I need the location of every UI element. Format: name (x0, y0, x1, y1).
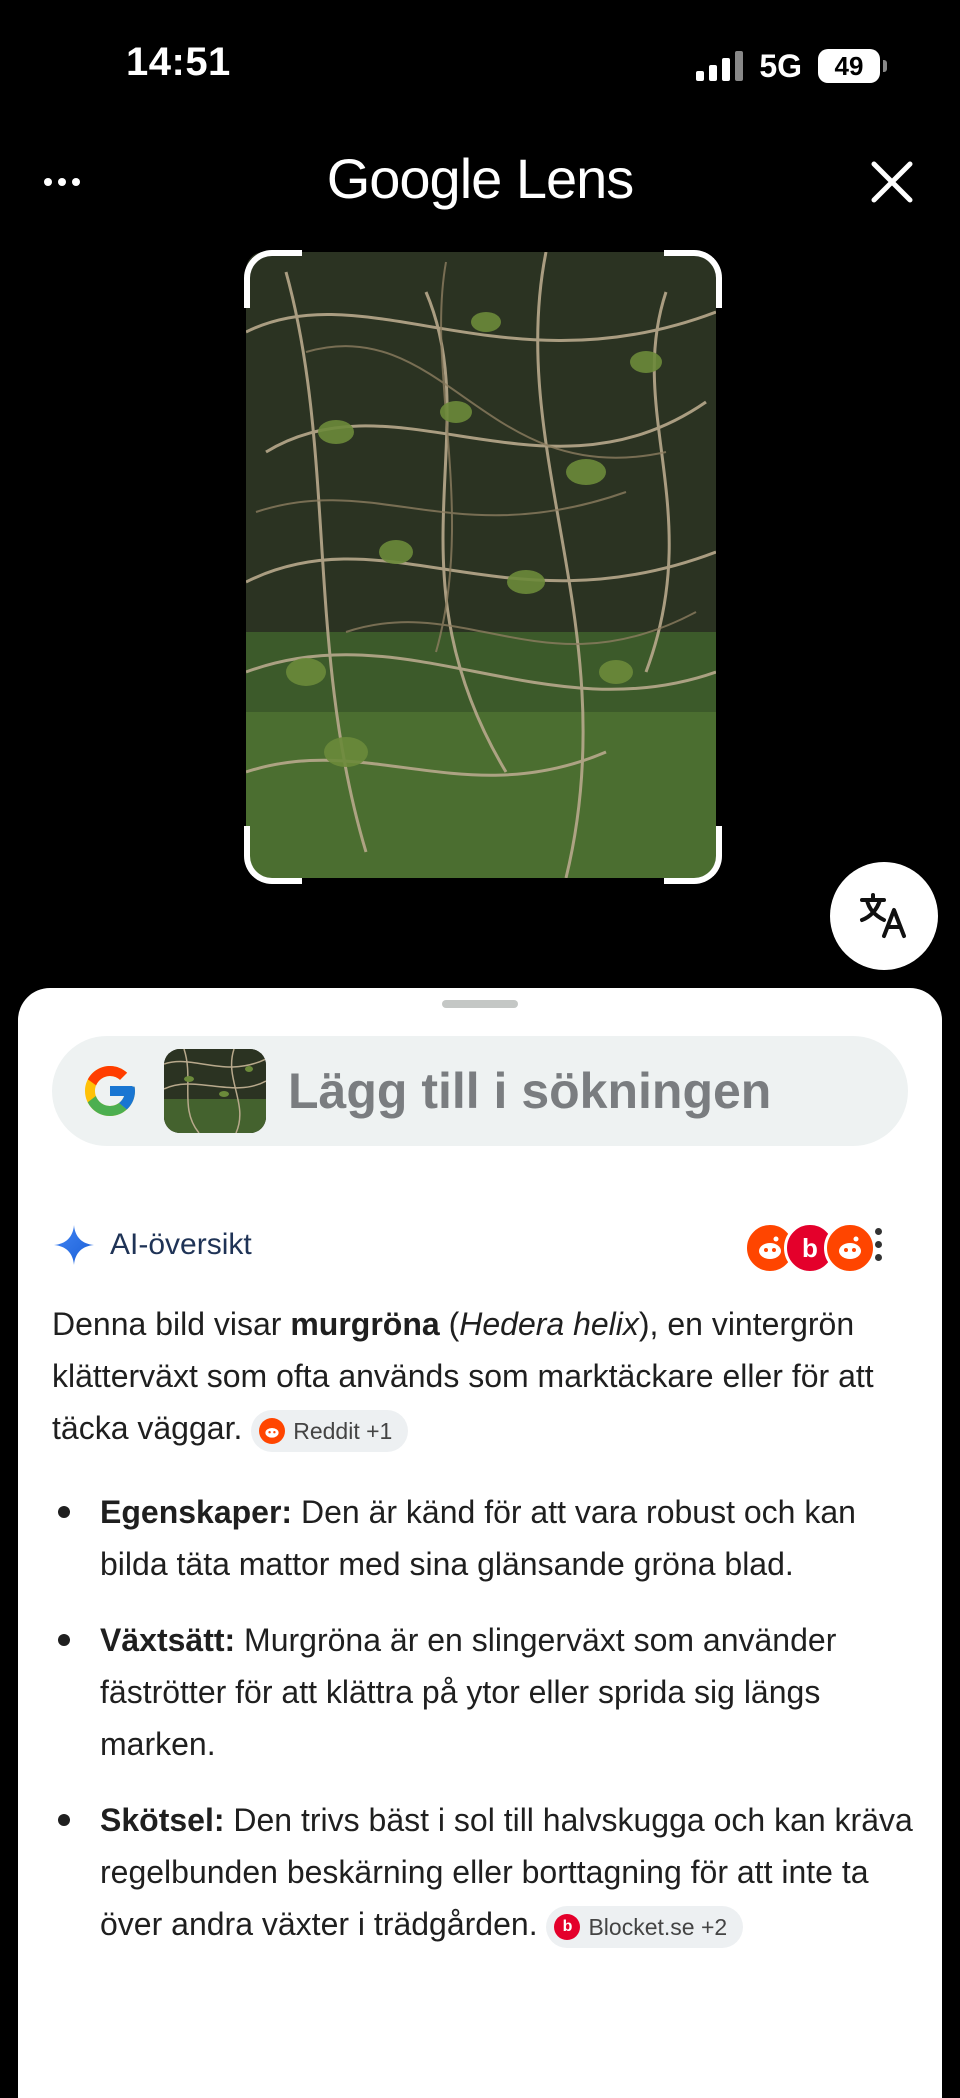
battery-icon: 49 (818, 49, 887, 83)
search-placeholder: Lägg till i sökningen (288, 1063, 772, 1119)
ai-overview-bullets: Egenskaper: Den är känd för att vara rob… (52, 1486, 922, 1974)
crop-corner-bottom-left[interactable] (244, 826, 302, 884)
sparkle-icon (54, 1225, 94, 1265)
list-item: Växtsätt: Murgröna är en slingerväxt som… (52, 1614, 922, 1770)
ai-overview-intro: Denna bild visar murgröna (Hedera helix)… (52, 1298, 912, 1454)
list-item: Egenskaper: Den är känd för att vara rob… (52, 1486, 922, 1590)
sheet-drag-handle[interactable] (442, 1000, 518, 1008)
latin-name: Hedera helix (459, 1306, 639, 1342)
ai-overview-label: AI-översikt (110, 1228, 252, 1261)
translate-button[interactable] (830, 862, 938, 970)
list-item: Skötsel: Den trivs bäst i sol till halvs… (52, 1794, 922, 1950)
source-chip-blocket[interactable]: b Blocket.se +2 (546, 1905, 744, 1948)
ai-overview-menu-icon[interactable] (872, 1228, 884, 1261)
status-indicators: 5G 49 (696, 46, 887, 86)
bullet-icon (58, 1634, 70, 1646)
source-icons[interactable]: b (744, 1222, 876, 1274)
ai-overview-header: AI-översikt b (52, 1220, 922, 1274)
google-logo-icon (85, 1066, 135, 1116)
network-label: 5G (759, 47, 802, 84)
status-time: 14:51 (126, 40, 231, 84)
search-image-thumbnail[interactable] (164, 1049, 266, 1133)
captured-photo (246, 252, 716, 878)
bullet-icon (58, 1814, 70, 1826)
blocket-icon: b (554, 1913, 581, 1940)
reddit-icon (824, 1222, 876, 1274)
results-sheet[interactable]: Lägg till i sökningen AI-översikt b Denn… (18, 988, 942, 2098)
signal-icon (696, 51, 744, 81)
close-icon[interactable] (864, 154, 920, 210)
plant-name: murgröna (290, 1306, 440, 1342)
battery-level: 49 (834, 50, 864, 81)
crop-corner-bottom-right[interactable] (664, 826, 722, 884)
app-title: Google Lens (326, 147, 635, 210)
bullet-icon (58, 1506, 70, 1518)
reddit-icon (259, 1417, 286, 1444)
crop-corner-top-left[interactable] (244, 250, 302, 308)
translate-icon (860, 893, 906, 938)
source-chip-reddit[interactable]: Reddit +1 (251, 1409, 409, 1452)
crop-corner-top-right[interactable] (664, 250, 722, 308)
search-bar[interactable]: Lägg till i sökningen (52, 1036, 908, 1146)
